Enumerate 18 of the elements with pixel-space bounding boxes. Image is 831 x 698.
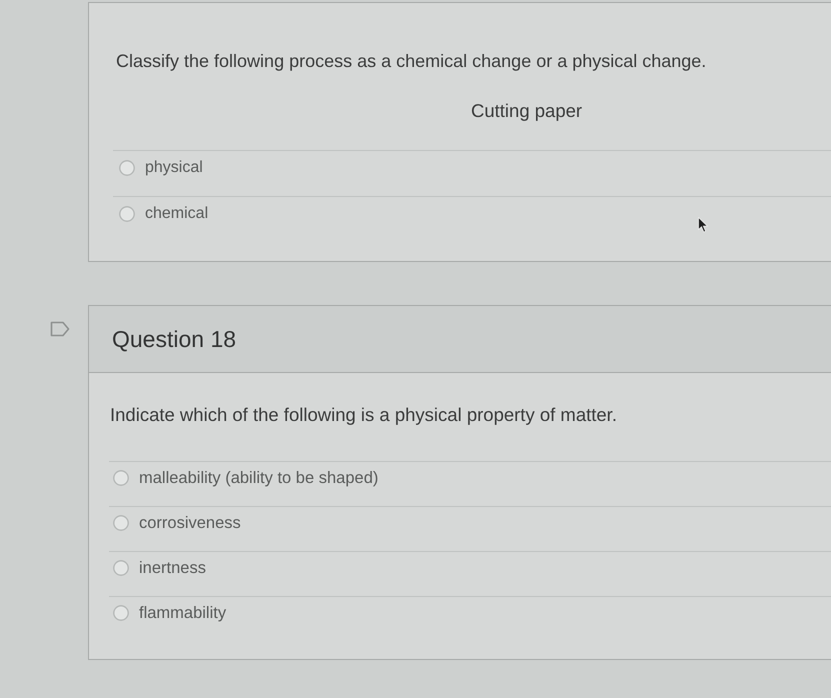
option-label: chemical <box>145 204 208 222</box>
option-label: inertness <box>139 559 206 577</box>
radio-button[interactable] <box>113 605 129 621</box>
question-prompt: Classify the following process as a chemical change or a physical change. <box>116 50 706 73</box>
question-title: Question 18 <box>112 325 236 353</box>
radio-button[interactable] <box>113 560 129 576</box>
option-label: physical <box>145 158 203 176</box>
radio-button[interactable] <box>119 206 135 222</box>
radio-button[interactable] <box>113 515 129 531</box>
option-label: corrosiveness <box>139 514 241 532</box>
radio-button[interactable] <box>119 160 135 176</box>
question-prompt: Indicate which of the following is a physical property of matter. <box>110 403 617 427</box>
bookmark-flag-icon[interactable] <box>50 321 70 337</box>
question-item: Cutting paper <box>471 100 582 121</box>
option-label: flammability <box>139 604 226 622</box>
option-label: malleability (ability to be shaped) <box>139 469 378 487</box>
mouse-pointer-icon <box>698 217 709 233</box>
radio-button[interactable] <box>113 470 129 486</box>
